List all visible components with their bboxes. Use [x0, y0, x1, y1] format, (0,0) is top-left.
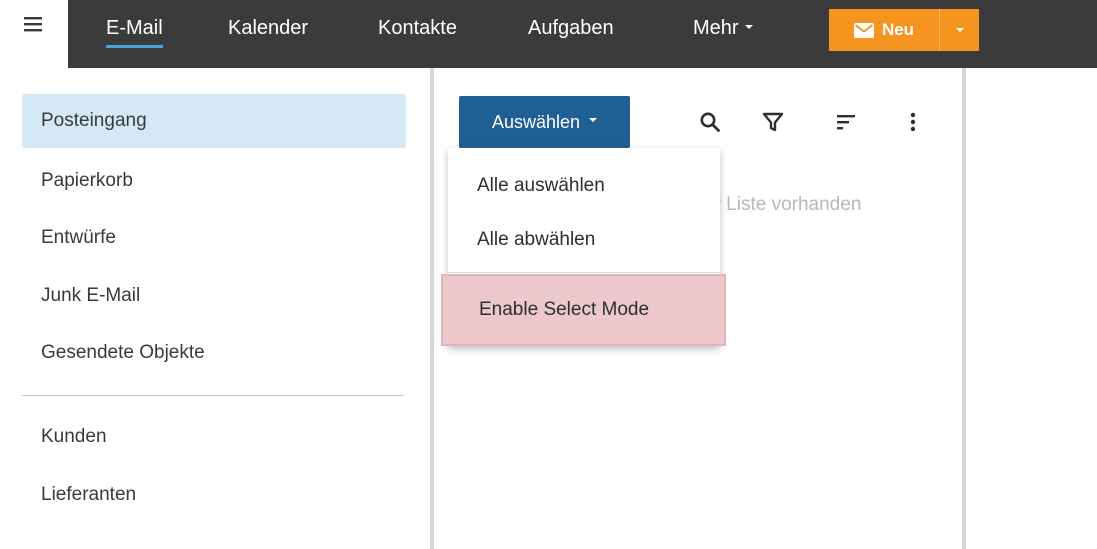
folder-sent[interactable]: Gesendete Objekte	[22, 326, 406, 380]
select-dropdown-button[interactable]: Auswählen	[459, 96, 630, 148]
menu-item-deselect-all[interactable]: Alle abwählen	[448, 212, 720, 268]
folder-label: Posteingang	[41, 110, 147, 131]
folder-sidebar: Posteingang Papierkorb Entwürfe Junk E-M…	[0, 68, 430, 549]
menu-item-select-all[interactable]: Alle auswählen	[448, 158, 720, 214]
pane-splitter[interactable]	[430, 68, 434, 549]
sidebar-divider	[22, 395, 404, 396]
folder-inbox[interactable]: Posteingang	[22, 94, 406, 148]
hamburger-icon	[24, 17, 42, 32]
nav-contacts[interactable]: Kontakte	[378, 14, 457, 42]
folder-label: Gesendete Objekte	[41, 342, 205, 363]
select-dropdown-menu: Alle auswählen Alle abwählen Enable Sele…	[441, 148, 726, 346]
nav-calendar[interactable]: Kalender	[228, 14, 308, 42]
folder-label: Lieferanten	[41, 484, 137, 505]
sort-button[interactable]	[832, 108, 860, 136]
envelope-icon	[853, 22, 874, 38]
nav-tasks[interactable]: Aufgaben	[528, 14, 614, 42]
folder-lieferanten[interactable]: Lieferanten	[22, 468, 406, 522]
menu-item-enable-select-mode[interactable]: Enable Select Mode	[441, 274, 726, 346]
pane-splitter[interactable]	[962, 68, 966, 549]
more-options-button[interactable]	[899, 108, 927, 136]
filter-icon	[762, 112, 784, 132]
folder-label: Papierkorb	[41, 170, 133, 191]
nav-more-label: Mehr	[693, 17, 739, 39]
caret-down-icon	[955, 28, 964, 32]
top-navigation-bar: E-Mail Kalender Kontakte Aufgaben Mehr N…	[0, 0, 1097, 68]
folder-trash[interactable]: Papierkorb	[22, 154, 406, 208]
folder-drafts[interactable]: Entwürfe	[22, 211, 406, 265]
new-button-group: Neu	[829, 9, 979, 51]
folder-label: Entwürfe	[41, 227, 116, 248]
menu-divider	[448, 272, 720, 273]
folder-junk[interactable]: Junk E-Mail	[22, 269, 406, 323]
caret-down-icon	[589, 118, 598, 122]
menu-item-label: Alle auswählen	[477, 175, 605, 196]
empty-list-message: er Liste vorhanden	[704, 194, 862, 215]
new-mail-button[interactable]: Neu	[829, 9, 939, 51]
nav-email[interactable]: E-Mail	[106, 14, 163, 48]
folder-kunden[interactable]: Kunden	[22, 410, 406, 464]
nav-more[interactable]: Mehr	[693, 14, 753, 42]
more-vertical-icon	[910, 112, 916, 132]
menu-toggle-button[interactable]	[0, 0, 68, 68]
folder-label: Junk E-Mail	[41, 285, 141, 306]
menu-item-label: Enable Select Mode	[479, 299, 650, 320]
caret-down-icon	[744, 24, 753, 29]
new-button-label: Neu	[881, 20, 915, 39]
search-button[interactable]	[696, 108, 724, 136]
search-icon	[700, 112, 720, 132]
filter-button[interactable]	[759, 108, 787, 136]
folder-label: Kunden	[41, 426, 107, 447]
new-dropdown-toggle[interactable]	[939, 9, 979, 51]
menu-item-label: Alle abwählen	[477, 229, 596, 250]
select-button-label: Auswählen	[491, 111, 581, 132]
sort-icon	[837, 115, 855, 130]
